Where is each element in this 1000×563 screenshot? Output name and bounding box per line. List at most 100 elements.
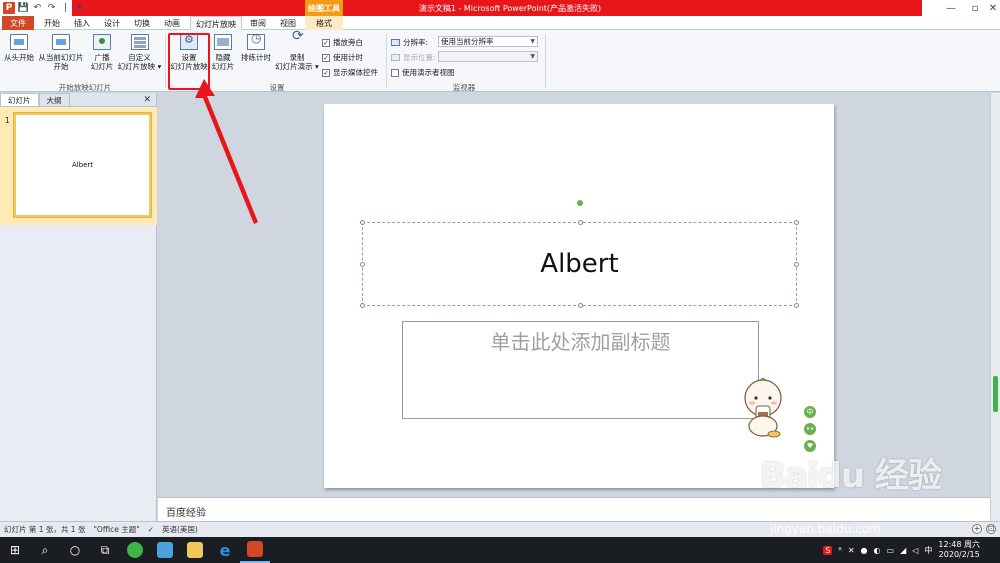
- custom-slideshow-icon: [130, 34, 149, 50]
- edge-icon[interactable]: e: [210, 537, 240, 563]
- tab-design[interactable]: 设计: [98, 16, 126, 30]
- fit-to-window-icon[interactable]: ⊡: [986, 524, 996, 534]
- rehearse-timings-button[interactable]: 排练计时: [239, 34, 273, 62]
- file-explorer-icon[interactable]: [180, 537, 210, 563]
- save-icon[interactable]: 💾: [18, 3, 29, 14]
- tab-home[interactable]: 开始: [38, 16, 66, 30]
- clock-date: 2020/2/15: [938, 550, 980, 559]
- show-media-controls-checkbox[interactable]: ✓ 显示媒体控件: [322, 67, 378, 78]
- resize-handle[interactable]: [360, 262, 365, 267]
- system-tray: S ᴿ ✕ ● ◐ ▭ ◢ ◁ 中 12:48 周六 2020/2/15: [823, 537, 980, 563]
- checkbox-checked-icon: ✓: [322, 53, 330, 62]
- resize-handle[interactable]: [360, 303, 365, 308]
- search-icon[interactable]: ⌕: [30, 537, 60, 563]
- slide-thumbnail[interactable]: Albert: [14, 113, 151, 217]
- task-view-icon[interactable]: ⧉: [90, 537, 120, 563]
- tab-slideshow[interactable]: 幻灯片放映: [190, 16, 242, 31]
- from-current-label-1: 从当前幻灯片: [38, 53, 84, 62]
- resolution-dropdown[interactable]: 使用当前分辨率 ▼: [438, 36, 538, 47]
- tab-transitions[interactable]: 切换: [128, 16, 156, 30]
- subtitle-placeholder-text[interactable]: 单击此处添加副标题: [491, 326, 671, 355]
- resize-handle[interactable]: [578, 220, 583, 225]
- scroll-indicator[interactable]: [993, 376, 998, 412]
- spellcheck-icon[interactable]: ✓: [148, 525, 154, 534]
- monitor-icon: [391, 39, 400, 46]
- tray-close-icon[interactable]: ✕: [848, 546, 855, 555]
- title-placeholder[interactable]: Albert: [360, 220, 799, 308]
- tab-slides[interactable]: 幻灯片: [0, 93, 39, 106]
- thumbnail-title: Albert: [71, 161, 94, 169]
- monitors-group-label: 监视器: [452, 83, 476, 92]
- network-icon[interactable]: ◢: [900, 546, 906, 555]
- show-on-label: 显示位置:: [391, 52, 436, 63]
- people-icon[interactable]: ᴿ: [838, 546, 842, 555]
- resize-handle[interactable]: [794, 220, 799, 225]
- tab-file[interactable]: 文件: [2, 16, 34, 30]
- resize-handle[interactable]: [794, 262, 799, 267]
- vertical-scrollbar[interactable]: [990, 93, 1000, 521]
- resize-handle[interactable]: [794, 303, 799, 308]
- notes-text[interactable]: 百度经验: [166, 508, 206, 519]
- cortana-icon[interactable]: ○: [60, 537, 90, 563]
- use-timings-checkbox[interactable]: ✓ 使用计时: [322, 52, 363, 63]
- slideshow-play-icon: [10, 34, 28, 50]
- redo-icon[interactable]: ↷: [46, 3, 57, 14]
- slides-pane: 幻灯片 大纲 ✕ 1 Albert: [0, 93, 157, 521]
- powerpoint-logo-icon[interactable]: P: [3, 2, 15, 14]
- resolution-label: 分辨率:: [391, 37, 428, 48]
- close-pane-icon[interactable]: ✕: [143, 95, 151, 105]
- from-current-slide-button[interactable]: 从当前幻灯片 开始: [38, 34, 84, 71]
- language-status[interactable]: 英语(美国): [162, 524, 198, 535]
- custom-slideshow-button[interactable]: 自定义 幻灯片放映 ▾: [117, 34, 162, 71]
- wechat-icon[interactable]: ◐: [874, 546, 881, 555]
- record-icon: [288, 32, 306, 50]
- play-narrations-checkbox[interactable]: ✓ 播放旁白: [322, 37, 363, 48]
- ime-emoji-icon[interactable]: ••: [804, 423, 816, 435]
- volume-icon[interactable]: ◁: [912, 546, 918, 555]
- slide-canvas[interactable]: Albert 单击此处添加副标题 中 •• ♥: [324, 104, 834, 488]
- current-slide-icon: [52, 34, 70, 50]
- customize-qat-icon[interactable]: ▾: [74, 3, 85, 14]
- clock-time: 12:48 周六: [938, 540, 980, 549]
- notes-pane[interactable]: 百度经验: [158, 497, 990, 521]
- computer-icon[interactable]: [150, 537, 180, 563]
- qat-separator: |: [63, 3, 68, 13]
- battery-icon[interactable]: ▭: [887, 546, 895, 555]
- record-slideshow-button[interactable]: 录制 幻灯片演示 ▾: [274, 32, 320, 71]
- ime-chinese-icon[interactable]: 中: [804, 406, 816, 418]
- slide-editor: Albert 单击此处添加副标题 中 •• ♥: [158, 93, 990, 497]
- slide-count-status: 幻灯片 第 1 张，共 1 张: [4, 525, 86, 534]
- tab-insert[interactable]: 插入: [68, 16, 96, 30]
- slide-title[interactable]: Albert: [540, 249, 618, 279]
- from-beginning-label: 从头开始: [4, 53, 34, 62]
- theme-status: "Office 主题": [93, 525, 140, 534]
- minimize-button[interactable]: —: [938, 0, 964, 16]
- subtitle-placeholder[interactable]: 单击此处添加副标题: [402, 321, 759, 419]
- windows-start-icon[interactable]: ⊞: [0, 537, 30, 563]
- resize-handle[interactable]: [360, 220, 365, 225]
- browser-360-icon[interactable]: [120, 537, 150, 563]
- tab-outline[interactable]: 大纲: [38, 93, 70, 106]
- tab-review[interactable]: 审阅: [244, 16, 272, 30]
- clock[interactable]: 12:48 周六 2020/2/15: [938, 540, 980, 560]
- ribbon: 从头开始 从当前幻灯片 开始 广播 幻灯片 自定义 幻灯片放映 ▾ 开始放映幻灯…: [0, 30, 1000, 92]
- resize-handle[interactable]: [578, 303, 583, 308]
- tray-app-icon[interactable]: ●: [861, 546, 868, 555]
- tab-format[interactable]: 格式: [305, 16, 343, 30]
- broadcast-slideshow-button[interactable]: 广播 幻灯片: [88, 34, 116, 71]
- sogou-ime-icon[interactable]: S: [823, 545, 833, 555]
- zoom-in-icon[interactable]: +: [972, 524, 982, 534]
- presenter-view-checkbox[interactable]: 使用演示者视图: [391, 67, 455, 78]
- from-beginning-button[interactable]: 从头开始: [2, 34, 36, 62]
- tab-animations[interactable]: 动画: [158, 16, 186, 30]
- record-label-1: 录制: [289, 53, 305, 62]
- hide-slide-button[interactable]: 隐藏 幻灯片: [210, 34, 236, 71]
- rotation-handle[interactable]: [577, 200, 583, 206]
- powerpoint-taskbar-icon[interactable]: [240, 537, 270, 563]
- hide-label-1: 隐藏: [215, 53, 231, 62]
- undo-icon[interactable]: ↶: [32, 3, 43, 14]
- close-button[interactable]: ✕: [980, 0, 1000, 16]
- input-language-icon[interactable]: 中: [924, 545, 932, 556]
- show-on-dropdown[interactable]: ▼: [438, 51, 538, 62]
- use-timings-label: 使用计时: [333, 53, 363, 62]
